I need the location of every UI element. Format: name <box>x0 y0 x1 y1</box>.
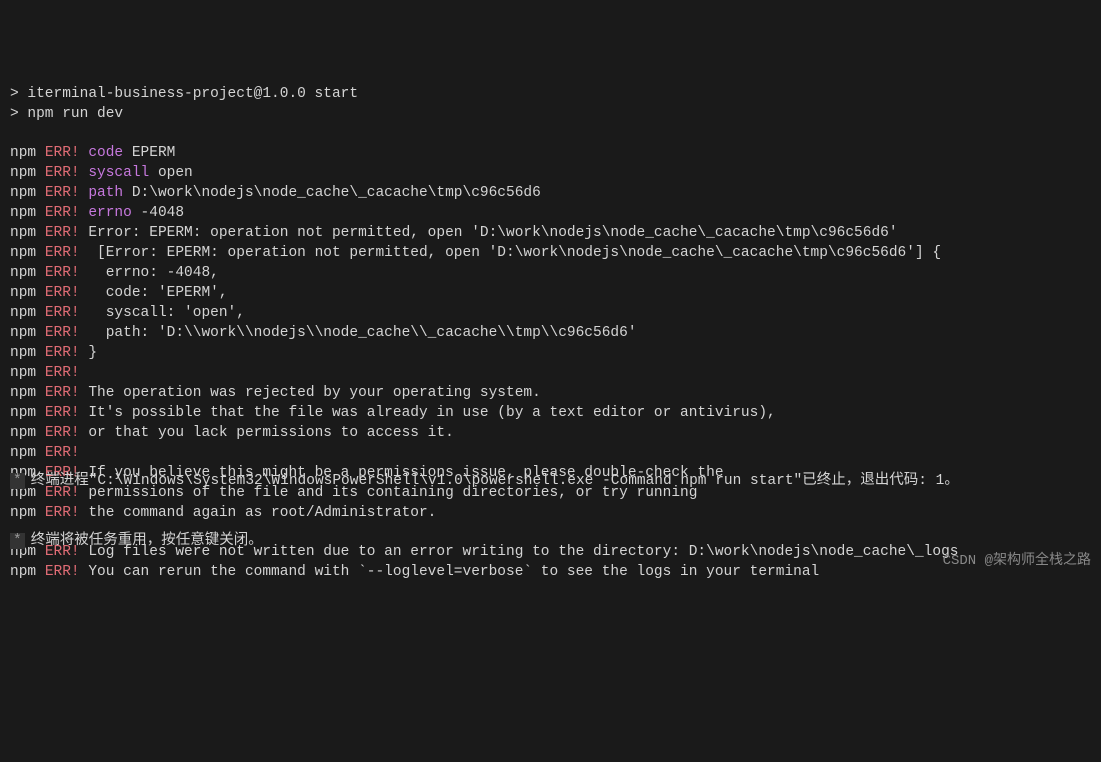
bullet-icon: * <box>10 533 25 549</box>
terminal-line: npm ERR! [Error: EPERM: operation not pe… <box>10 243 1091 263</box>
terminal-line: npm ERR! syscall open <box>10 163 1091 183</box>
terminal-line: npm ERR! <box>10 363 1091 383</box>
footer-line-1: 终端进程"C:\Windows\System32\WindowsPowerShe… <box>31 473 959 489</box>
terminal-line: npm ERR! syscall: 'open', <box>10 303 1091 323</box>
terminal-line: npm ERR! path D:\work\nodejs\node_cache\… <box>10 183 1091 203</box>
terminal-line: npm ERR! The operation was rejected by y… <box>10 383 1091 403</box>
terminal-line: npm ERR! It's possible that the file was… <box>10 403 1091 423</box>
terminal-footer: * 终端进程"C:\Windows\System32\WindowsPowerSh… <box>10 431 1091 571</box>
terminal-line: npm ERR! Error: EPERM: operation not per… <box>10 223 1091 243</box>
terminal-line: npm ERR! path: 'D:\\work\\nodejs\\node_c… <box>10 323 1091 343</box>
bullet-icon: * <box>10 473 25 489</box>
terminal-line: > iterminal-business-project@1.0.0 start <box>10 84 1091 104</box>
terminal-line: npm ERR! } <box>10 343 1091 363</box>
terminal-line: > npm run dev <box>10 104 1091 124</box>
terminal-line: npm ERR! errno: -4048, <box>10 263 1091 283</box>
terminal-line: npm ERR! code: 'EPERM', <box>10 283 1091 303</box>
terminal-line: npm ERR! code EPERM <box>10 143 1091 163</box>
footer-line-2: 终端将被任务重用，按任意键关闭。 <box>31 533 263 549</box>
watermark: CSDN @架构师全栈之路 <box>943 552 1091 571</box>
terminal-line: npm ERR! errno -4048 <box>10 203 1091 223</box>
